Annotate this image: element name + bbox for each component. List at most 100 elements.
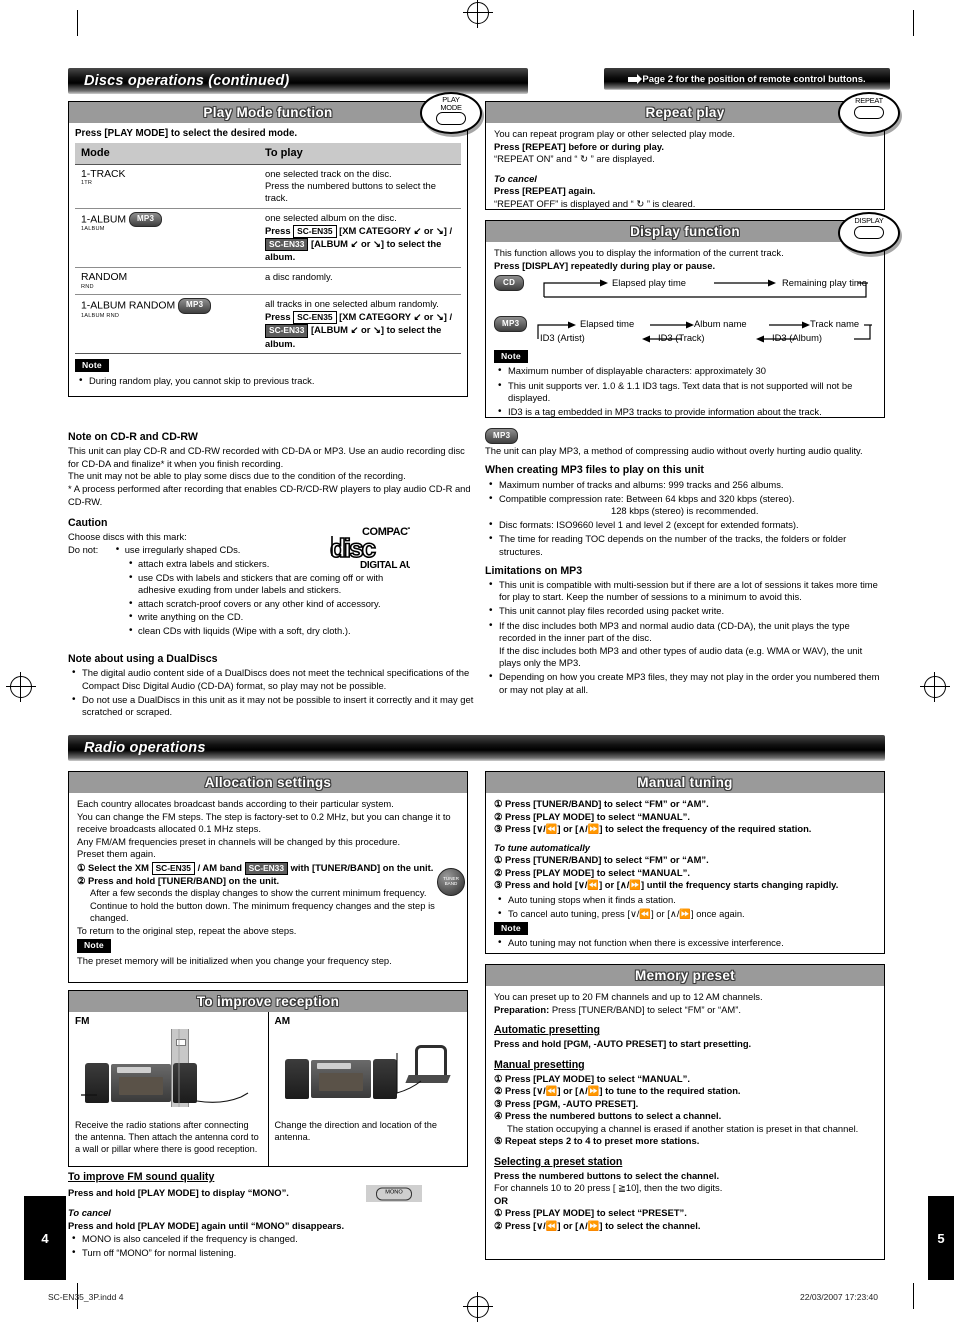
auto-presetting-line: Press and hold [PGM, -AUTO PRESET] to st… [494, 1038, 752, 1050]
panel-header-play-mode: Play Mode function [69, 102, 467, 123]
cdr-note-paragraph: * A process performed after recording th… [68, 482, 471, 507]
tuner-band-knob[interactable]: TUNER BAND [437, 868, 465, 896]
fm-sound-line-1: Press and hold [PLAY MODE] to display “M… [68, 1187, 289, 1199]
model-sc-en33-badge: SC-EN33 [244, 861, 288, 875]
allocation-paragraph: You can change the FM steps. The step is… [77, 810, 451, 835]
compact-disc-logo-icon: COMPACT disc DIGITAL AUDIO [329, 526, 430, 571]
model-sc-en35-badge: SC-EN35 [293, 225, 337, 239]
play-mode-intro: Press [PLAY MODE] to select the desired … [75, 128, 298, 139]
auto-step: ③ Press and hold [∨/⏪] or [∧/⏩] until th… [494, 879, 839, 890]
select-preset-line-2: For channels 10 to 20 press [ ≧10], then… [494, 1182, 723, 1194]
table-row: 1-TRACK 1TR one selected track on the di… [75, 164, 461, 209]
manual-preset-step: ② Press [∨/⏪] or [∧/⏩] to tune to the re… [494, 1085, 741, 1097]
fm-text: Receive the radio stations after connect… [75, 1120, 259, 1155]
mode-cell: 1-ALBUM MP3 1ALBUM [75, 208, 259, 268]
mode-cell: 1-ALBUM RANDOM MP3 1ALBUM RND [75, 294, 259, 354]
repeat-button-label: REPEAT [855, 96, 883, 105]
manual-note-list: Auto tuning may not function when there … [494, 936, 876, 950]
prep-label: Preparation: [494, 1003, 550, 1015]
note-list: Maximum number of displayable characters… [494, 364, 876, 419]
panel-play-mode: Play Mode function Press [PLAY MODE] to … [68, 101, 468, 397]
desc-line: one selected album on the disc. [265, 211, 397, 223]
list-item: Compatible compression rate: Between 64 … [489, 492, 885, 518]
crop-mark [77, 10, 78, 36]
section-title: Discs operations (continued) [84, 73, 290, 89]
mp3-flow-step: ID3 (Album) [772, 332, 823, 343]
or-step: ② Press [∨/⏪] or [∧/⏩] to select the cha… [494, 1219, 701, 1231]
crop-mark [913, 10, 914, 36]
list-item: During random play, you cannot skip to p… [79, 374, 461, 388]
fm-label: FM [75, 1016, 90, 1027]
panel-manual-tuning: Manual tuning ① Press [TUNER/BAND] to se… [485, 771, 885, 954]
mp3-flow-step: Elapsed time [580, 318, 635, 329]
play-mode-button-label: PLAY MODE [440, 95, 462, 112]
button-key-shape [436, 112, 466, 126]
list-item: Auto tuning may not function when there … [498, 936, 876, 950]
panel-memory-preset: Memory preset You can preset up to 20 FM… [485, 964, 885, 1260]
list-item: clean CDs with liquids (Wipe with a soft… [129, 624, 410, 638]
panel-title: Play Mode function [203, 105, 333, 120]
list-item: attach scratch-proof covers or any other… [129, 597, 410, 611]
am-antenna-wire [395, 1053, 421, 1094]
mode-cell: 1-TRACK 1TR [75, 164, 259, 209]
allocation-step-2-detail: After a few seconds the display changes … [90, 887, 435, 924]
mp3-limits-extra: If the disc includes both MP3 and other … [499, 644, 863, 669]
repeat-cancel-line-2: “REPEAT OFF” is displayed and “ ↻ ” is c… [494, 197, 696, 209]
reception-cell-fm: FM Receive the radio stations after conn… [69, 1012, 269, 1167]
allocation-note-text: The preset memory will be initialized wh… [77, 954, 392, 966]
select-preset-line-1: Press the numbered buttons to select the… [494, 1169, 720, 1181]
mode-sub: 1TR [81, 180, 93, 187]
or-label: OR [494, 1194, 509, 1206]
mode-name: 1-TRACK [81, 168, 126, 180]
panel-header-display-function: Display function [486, 221, 884, 242]
manual-step: ① Press [TUNER/BAND] to select “FM” or “… [494, 798, 709, 809]
registration-mark [6, 672, 36, 702]
allocation-paragraph: Any FM/AM frequencies preset in channels… [77, 835, 401, 860]
mp3-flow-diagram: MP3 Elapsed time Album name Track name I… [494, 316, 876, 356]
model-sc-en33-badge: SC-EN33 [265, 238, 309, 252]
model-sc-en33-badge: SC-EN33 [265, 324, 309, 338]
repeat-play-body: You can repeat program play or other sel… [486, 123, 884, 216]
allocation-return-line: To return to the original step, repeat t… [77, 924, 297, 936]
play-desc-cell: all tracks in one selected album randoml… [259, 294, 461, 354]
manual-step: ③ Press [∨/⏪] or [∧/⏩] to select the fre… [494, 823, 812, 834]
allocation-paragraph: Each country allocates broadcast bands a… [77, 798, 394, 809]
note-label: Note [75, 358, 109, 373]
panel-title: Manual tuning [637, 775, 733, 790]
fm-sound-list: MONO is also canceled if the frequency i… [68, 1232, 468, 1260]
list-item: Depending on how you create MP3 files, t… [489, 670, 885, 696]
mp3-flow-step: Album name [694, 318, 747, 329]
manual-preset-step: ④ Press the numbered buttons to select a… [494, 1110, 722, 1122]
play-desc-cell: one selected track on the disc. Press th… [259, 164, 461, 209]
mp3-badge: MP3 [128, 211, 163, 228]
list-item: This unit supports ver. 1.0 & 1.1 ID3 ta… [498, 379, 876, 405]
auto-tune-bullets: Auto tuning stops when it finds a statio… [494, 893, 876, 921]
mode-name-row: 1-ALBUM MP3 [81, 211, 253, 228]
fm-sound-block: To improve FM sound quality Press and ho… [68, 1170, 468, 1262]
auto-tune-heading: To tune automatically [494, 841, 591, 853]
fm-sound-heading: To improve FM sound quality [68, 1171, 215, 1183]
list-item: ID3 is a tag embedded in MP3 tracks to p… [498, 405, 876, 419]
mp3-flow-step: ID3 (Track) [658, 332, 705, 343]
table-row: 1-ALBUM RANDOM MP3 1ALBUM RND all tracks… [75, 294, 461, 354]
desc-line: a disc randomly. [265, 270, 333, 282]
panel-allocation-settings: Allocation settings Each country allocat… [68, 771, 468, 983]
allocation-body: Each country allocates broadcast bands a… [69, 793, 467, 973]
panel-title: Allocation settings [204, 775, 332, 790]
button-key-shape [854, 225, 884, 239]
or-step: ① Press [PLAY MODE] to select “PRESET”. [494, 1207, 687, 1219]
list-item: Disc formats: ISO9660 level 1 and level … [489, 518, 885, 532]
display-remote-button[interactable]: DISPLAY [838, 212, 900, 254]
crop-mark [913, 1283, 914, 1309]
play-mode-remote-button[interactable]: PLAY MODE [420, 92, 482, 134]
display-line-2: Press [DISPLAY] repeatedly during play o… [494, 259, 716, 271]
list-item: Turn off “MONO” for normal listening. [72, 1247, 468, 1260]
press-line-1: Press SC-EN35 [XM CATEGORY ↙ or ↘] / [265, 311, 455, 325]
section-header-discs: Discs operations (continued) [68, 68, 528, 94]
panel-header-reception: To improve reception [69, 991, 467, 1012]
panel-header-manual-tuning: Manual tuning [486, 772, 884, 793]
panel-title: To improve reception [196, 994, 340, 1009]
display-function-body: This function allows you to display the … [486, 242, 884, 426]
repeat-remote-button[interactable]: REPEAT [838, 92, 900, 134]
panel-header-memory-preset: Memory preset [486, 965, 884, 986]
